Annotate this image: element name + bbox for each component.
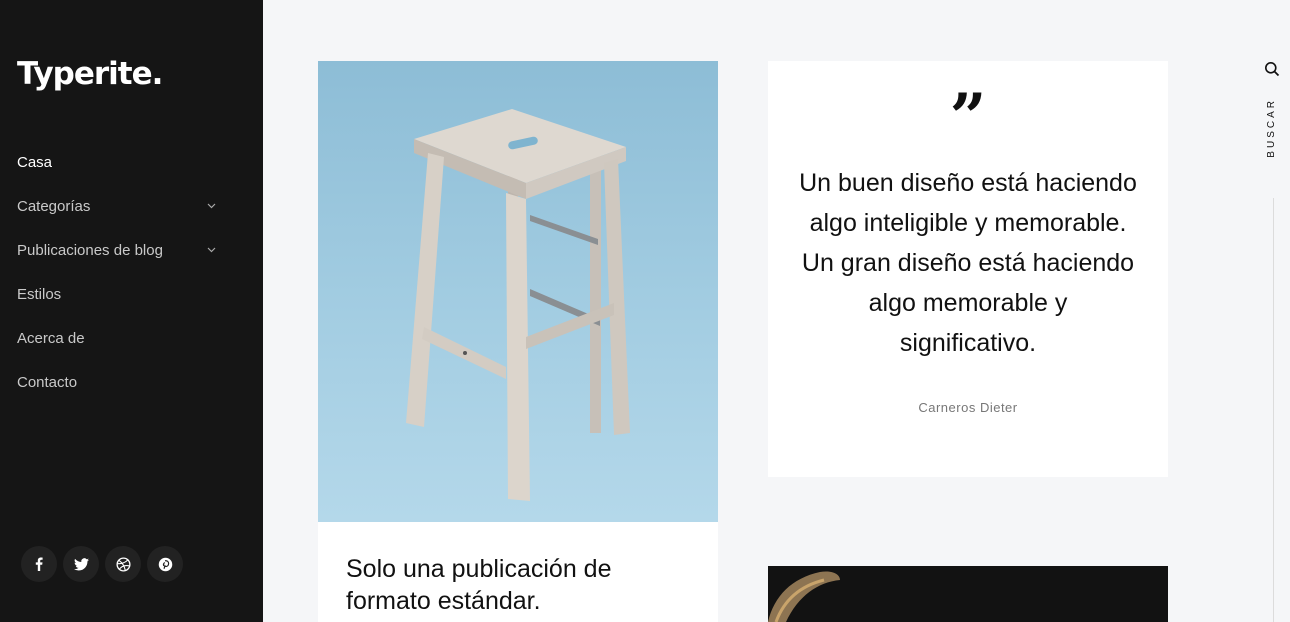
nav-item-estilos[interactable]: Estilos [17, 272, 217, 316]
sidebar: Typerite. Casa Categorías Publicaciones … [0, 0, 263, 622]
post-card-image[interactable] [768, 566, 1168, 622]
search-label[interactable]: BUSCAR [1266, 98, 1280, 158]
nav-item-contacto[interactable]: Contacto [17, 360, 217, 404]
nav-item-label: Acerca de [17, 329, 85, 347]
facebook-icon[interactable] [21, 546, 57, 582]
quote-text: Un buen diseño está haciendo algo inteli… [799, 169, 1137, 357]
nav-item-blog-posts[interactable]: Publicaciones de blog [17, 228, 217, 272]
nav-item-casa[interactable]: Casa [17, 140, 217, 184]
quote-icon: ” [949, 80, 987, 155]
post-title[interactable]: Solo una publicación de formato estándar… [346, 553, 686, 617]
pinterest-icon[interactable] [147, 546, 183, 582]
nav-item-label: Casa [17, 153, 53, 171]
quote-author: Carneros Dieter [918, 400, 1018, 415]
site-logo[interactable]: Typerite. [17, 56, 163, 92]
social-links [21, 546, 183, 582]
post-thumbnail [768, 571, 840, 622]
twitter-icon[interactable] [63, 546, 99, 582]
divider-line [1273, 198, 1274, 622]
nav-item-acerca-de[interactable]: Acerca de [17, 316, 217, 360]
chevron-down-icon [205, 200, 217, 212]
stool-photo[interactable] [318, 61, 718, 522]
post-card-quote[interactable]: ” Un buen diseño está haciendo algo inte… [768, 61, 1168, 477]
main-nav: Casa Categorías Publicaciones de blog Es… [17, 140, 217, 404]
dribbble-icon[interactable] [105, 546, 141, 582]
chevron-down-icon [205, 244, 217, 256]
post-card-standard[interactable]: Solo una publicación de formato estándar… [318, 61, 718, 622]
search-icon[interactable] [1264, 61, 1280, 77]
nav-item-label: Categorías [17, 197, 91, 215]
nav-item-label: Estilos [17, 285, 62, 303]
nav-item-label: Contacto [17, 373, 78, 391]
nav-item-categorias[interactable]: Categorías [17, 184, 217, 228]
nav-item-label: Publicaciones de blog [17, 241, 163, 259]
